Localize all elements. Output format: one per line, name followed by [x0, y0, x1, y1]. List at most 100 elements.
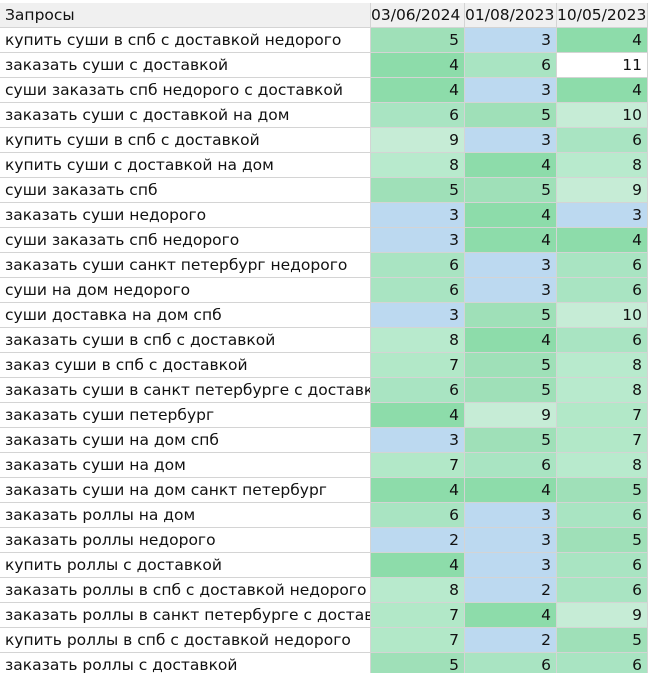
value-cell-col-1[interactable]: 2: [371, 528, 465, 553]
header-cell-date-3[interactable]: 10/05/2023: [557, 3, 648, 28]
value-cell-col-1[interactable]: 8: [371, 578, 465, 603]
query-cell[interactable]: заказать суши в санкт петербурге с доста…: [0, 378, 371, 403]
value-cell-col-1[interactable]: 6: [371, 278, 465, 303]
query-cell[interactable]: суши заказать спб недорого с доставкой: [0, 78, 371, 103]
header-cell-date-1[interactable]: 03/06/2024: [371, 3, 465, 28]
value-cell-col-3[interactable]: 6: [557, 278, 648, 303]
value-cell-col-2[interactable]: 4: [465, 153, 557, 178]
value-cell-col-2[interactable]: 4: [465, 478, 557, 503]
query-cell[interactable]: заказать суши в спб с доставкой: [0, 328, 371, 353]
value-cell-col-2[interactable]: 6: [465, 453, 557, 478]
value-cell-col-3[interactable]: 6: [557, 578, 648, 603]
value-cell-col-2[interactable]: 6: [465, 53, 557, 78]
value-cell-col-1[interactable]: 4: [371, 478, 465, 503]
query-cell[interactable]: заказать роллы с доставкой: [0, 653, 371, 673]
query-cell[interactable]: заказать роллы недорого: [0, 528, 371, 553]
value-cell-col-2[interactable]: 3: [465, 528, 557, 553]
value-cell-col-2[interactable]: 3: [465, 553, 557, 578]
query-cell[interactable]: заказать суши на дом спб: [0, 428, 371, 453]
query-cell[interactable]: заказать суши санкт петербург недорого: [0, 253, 371, 278]
value-cell-col-1[interactable]: 4: [371, 53, 465, 78]
value-cell-col-2[interactable]: 5: [465, 103, 557, 128]
value-cell-col-3[interactable]: 5: [557, 478, 648, 503]
value-cell-col-2[interactable]: 6: [465, 653, 557, 673]
value-cell-col-1[interactable]: 5: [371, 653, 465, 673]
value-cell-col-2[interactable]: 3: [465, 128, 557, 153]
query-cell[interactable]: заказать суши с доставкой на дом: [0, 103, 371, 128]
value-cell-col-2[interactable]: 3: [465, 28, 557, 53]
value-cell-col-3[interactable]: 6: [557, 128, 648, 153]
query-cell[interactable]: суши доставка на дом спб: [0, 303, 371, 328]
value-cell-col-3[interactable]: 11: [557, 53, 648, 78]
value-cell-col-1[interactable]: 6: [371, 378, 465, 403]
value-cell-col-2[interactable]: 5: [465, 378, 557, 403]
value-cell-col-2[interactable]: 4: [465, 603, 557, 628]
value-cell-col-1[interactable]: 4: [371, 78, 465, 103]
value-cell-col-1[interactable]: 6: [371, 103, 465, 128]
value-cell-col-3[interactable]: 5: [557, 528, 648, 553]
value-cell-col-3[interactable]: 10: [557, 103, 648, 128]
query-cell[interactable]: заказать суши на дом: [0, 453, 371, 478]
value-cell-col-2[interactable]: 2: [465, 578, 557, 603]
value-cell-col-3[interactable]: 9: [557, 178, 648, 203]
value-cell-col-2[interactable]: 3: [465, 78, 557, 103]
value-cell-col-3[interactable]: 4: [557, 228, 648, 253]
value-cell-col-1[interactable]: 3: [371, 228, 465, 253]
value-cell-col-1[interactable]: 6: [371, 253, 465, 278]
value-cell-col-1[interactable]: 8: [371, 328, 465, 353]
query-cell[interactable]: заказать роллы в санкт петербурге с дост…: [0, 603, 371, 628]
query-cell[interactable]: суши заказать спб недорого: [0, 228, 371, 253]
value-cell-col-1[interactable]: 7: [371, 453, 465, 478]
value-cell-col-2[interactable]: 2: [465, 628, 557, 653]
value-cell-col-3[interactable]: 6: [557, 503, 648, 528]
value-cell-col-3[interactable]: 7: [557, 403, 648, 428]
value-cell-col-3[interactable]: 7: [557, 428, 648, 453]
query-cell[interactable]: заказать роллы на дом: [0, 503, 371, 528]
value-cell-col-3[interactable]: 3: [557, 203, 648, 228]
query-cell[interactable]: заказать суши недорого: [0, 203, 371, 228]
query-cell[interactable]: купить роллы в спб с доставкой недорого: [0, 628, 371, 653]
value-cell-col-3[interactable]: 6: [557, 328, 648, 353]
value-cell-col-3[interactable]: 8: [557, 353, 648, 378]
query-cell[interactable]: заказать суши на дом санкт петербург: [0, 478, 371, 503]
value-cell-col-2[interactable]: 5: [465, 353, 557, 378]
value-cell-col-1[interactable]: 4: [371, 553, 465, 578]
value-cell-col-1[interactable]: 7: [371, 628, 465, 653]
value-cell-col-1[interactable]: 3: [371, 303, 465, 328]
query-cell[interactable]: заказать роллы в спб с доставкой недорог…: [0, 578, 371, 603]
query-cell[interactable]: заказ суши в спб с доставкой: [0, 353, 371, 378]
value-cell-col-3[interactable]: 9: [557, 603, 648, 628]
value-cell-col-3[interactable]: 4: [557, 28, 648, 53]
value-cell-col-1[interactable]: 4: [371, 403, 465, 428]
value-cell-col-2[interactable]: 4: [465, 203, 557, 228]
value-cell-col-1[interactable]: 6: [371, 503, 465, 528]
value-cell-col-3[interactable]: 6: [557, 253, 648, 278]
value-cell-col-2[interactable]: 4: [465, 228, 557, 253]
value-cell-col-3[interactable]: 8: [557, 153, 648, 178]
value-cell-col-2[interactable]: 5: [465, 303, 557, 328]
query-cell[interactable]: суши заказать спб: [0, 178, 371, 203]
value-cell-col-1[interactable]: 5: [371, 178, 465, 203]
value-cell-col-3[interactable]: 8: [557, 378, 648, 403]
value-cell-col-2[interactable]: 5: [465, 178, 557, 203]
value-cell-col-2[interactable]: 5: [465, 428, 557, 453]
header-cell-date-2[interactable]: 01/08/2023: [465, 3, 557, 28]
value-cell-col-2[interactable]: 3: [465, 278, 557, 303]
value-cell-col-1[interactable]: 7: [371, 603, 465, 628]
value-cell-col-1[interactable]: 7: [371, 353, 465, 378]
value-cell-col-1[interactable]: 8: [371, 153, 465, 178]
value-cell-col-2[interactable]: 3: [465, 503, 557, 528]
value-cell-col-1[interactable]: 3: [371, 428, 465, 453]
query-cell[interactable]: купить суши с доставкой на дом: [0, 153, 371, 178]
value-cell-col-3[interactable]: 6: [557, 653, 648, 673]
value-cell-col-3[interactable]: 4: [557, 78, 648, 103]
value-cell-col-3[interactable]: 10: [557, 303, 648, 328]
value-cell-col-3[interactable]: 8: [557, 453, 648, 478]
value-cell-col-2[interactable]: 3: [465, 253, 557, 278]
value-cell-col-1[interactable]: 5: [371, 28, 465, 53]
query-cell[interactable]: купить суши в спб с доставкой: [0, 128, 371, 153]
query-cell[interactable]: купить роллы с доставкой: [0, 553, 371, 578]
value-cell-col-1[interactable]: 9: [371, 128, 465, 153]
value-cell-col-2[interactable]: 9: [465, 403, 557, 428]
query-cell[interactable]: заказать суши с доставкой: [0, 53, 371, 78]
